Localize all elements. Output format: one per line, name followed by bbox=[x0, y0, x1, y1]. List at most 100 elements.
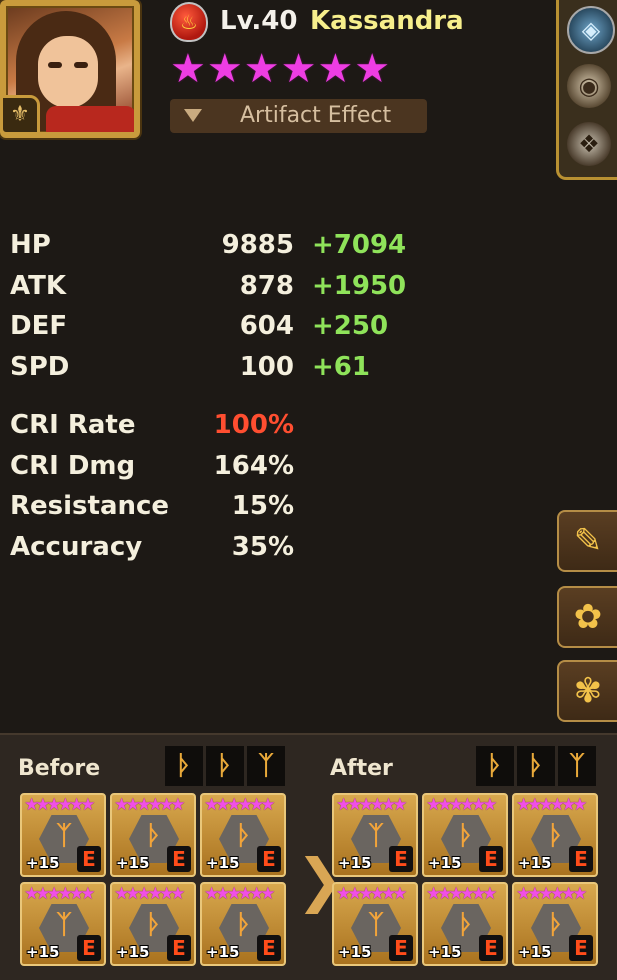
before-rune-slot-6[interactable]: ★★★★★★ ᚦ +15 E bbox=[200, 882, 286, 966]
set-icon: ᛉ bbox=[558, 746, 596, 786]
stat-spd-bonus: +61 bbox=[312, 352, 370, 382]
rune-grade: E bbox=[569, 935, 593, 961]
rune-remove-button[interactable]: ✾ bbox=[557, 660, 617, 722]
rune-grade: E bbox=[77, 935, 101, 961]
portrait-eye bbox=[48, 62, 62, 68]
monster-name: Kassandra bbox=[310, 6, 464, 36]
stat-resistance-value: 15% bbox=[231, 491, 294, 521]
rune-stars: ★★★★★★ bbox=[426, 884, 497, 904]
portrait-face bbox=[38, 36, 98, 108]
rune-level: +15 bbox=[518, 854, 552, 872]
after-label: After bbox=[330, 756, 393, 781]
monster-level: Lv.40 bbox=[220, 6, 298, 36]
pencil-gear-icon: ✎ bbox=[573, 521, 603, 561]
star-rating: ★★★★★★ bbox=[170, 46, 391, 92]
star-icon: ★ bbox=[170, 46, 206, 92]
rune-stars: ★★★★★★ bbox=[516, 884, 587, 904]
after-rune-slot-3[interactable]: ★★★★★★ ᚦ +15 E bbox=[512, 793, 598, 877]
rune-grade: E bbox=[257, 846, 281, 872]
stat-def-value: 604 bbox=[239, 311, 294, 341]
set-icon: ᛉ bbox=[247, 746, 285, 786]
rune-grade: E bbox=[257, 935, 281, 961]
rune-grade: E bbox=[479, 935, 503, 961]
rune-grade: E bbox=[389, 846, 413, 872]
star-icon: ★ bbox=[280, 46, 317, 92]
portrait-armor bbox=[46, 106, 134, 132]
rune-grade: E bbox=[569, 846, 593, 872]
rune-level: +15 bbox=[26, 943, 60, 961]
rune-level: +15 bbox=[338, 943, 372, 961]
artifact-effect-dropdown[interactable]: Artifact Effect bbox=[170, 99, 427, 133]
stat-cri-dmg-value: 164% bbox=[213, 451, 294, 481]
before-rune-slot-4[interactable]: ★★★★★★ ᛉ +15 E bbox=[20, 882, 106, 966]
dropdown-triangle-icon bbox=[184, 109, 202, 122]
rune-grade: E bbox=[479, 846, 503, 872]
side-tab-bar: ◈ ◉ ❖ bbox=[556, 0, 617, 180]
stat-atk-bonus: +1950 bbox=[312, 271, 407, 301]
stat-accuracy-value: 35% bbox=[231, 532, 294, 562]
before-rune-slot-5[interactable]: ★★★★★★ ᚦ +15 E bbox=[110, 882, 196, 966]
after-rune-slot-5[interactable]: ★★★★★★ ᚦ +15 E bbox=[422, 882, 508, 966]
rune-stars: ★★★★★★ bbox=[336, 795, 407, 815]
stat-cri-rate-label: CRI Rate bbox=[10, 410, 136, 440]
rune-remove-icon: ✾ bbox=[573, 671, 603, 711]
set-icon: ᚦ bbox=[517, 746, 555, 786]
skill-book-tab-icon[interactable]: ❖ bbox=[567, 122, 611, 166]
rune-grade: E bbox=[77, 846, 101, 872]
stat-hp-value: 9885 bbox=[221, 230, 294, 260]
star-icon: ★ bbox=[243, 46, 280, 92]
rune-stars: ★★★★★★ bbox=[336, 884, 407, 904]
after-rune-slot-6[interactable]: ★★★★★★ ᚦ +15 E bbox=[512, 882, 598, 966]
rune-level: +15 bbox=[26, 854, 60, 872]
rune-level: +15 bbox=[518, 943, 552, 961]
rune-level: +15 bbox=[206, 943, 240, 961]
stat-resistance-label: Resistance bbox=[10, 491, 170, 521]
after-rune-slot-1[interactable]: ★★★★★★ ᛉ +15 E bbox=[332, 793, 418, 877]
rune-grade: E bbox=[389, 935, 413, 961]
stat-atk-value: 878 bbox=[239, 271, 294, 301]
after-rune-slot-2[interactable]: ★★★★★★ ᚦ +15 E bbox=[422, 793, 508, 877]
before-rune-slot-3[interactable]: ★★★★★★ ᚦ +15 E bbox=[200, 793, 286, 877]
stat-def-label: DEF bbox=[10, 311, 68, 341]
set-icon: ᚦ bbox=[476, 746, 514, 786]
stat-atk-label: ATK bbox=[10, 271, 66, 301]
rune-level: +15 bbox=[428, 943, 462, 961]
attribute-icon: ⚜ bbox=[0, 95, 40, 135]
rune-stars: ★★★★★★ bbox=[114, 884, 185, 904]
artifact-effect-label: Artifact Effect bbox=[240, 103, 392, 128]
rune-stars: ★★★★★★ bbox=[204, 884, 275, 904]
set-icon: ᚦ bbox=[165, 746, 203, 786]
rune-stars: ★★★★★★ bbox=[24, 795, 95, 815]
stat-hp-bonus: +7094 bbox=[312, 230, 407, 260]
star-icon: ★ bbox=[206, 46, 243, 92]
stat-spd-label: SPD bbox=[10, 352, 70, 382]
rune-level: +15 bbox=[206, 854, 240, 872]
stat-cri-rate-value: 100% bbox=[213, 410, 294, 440]
portrait-eye bbox=[74, 62, 88, 68]
skill-tab-icon[interactable]: ◉ bbox=[567, 64, 611, 108]
after-rune-slot-4[interactable]: ★★★★★★ ᛉ +15 E bbox=[332, 882, 418, 966]
rune-stars: ★★★★★★ bbox=[24, 884, 95, 904]
edit-settings-button[interactable]: ✎ bbox=[557, 510, 617, 572]
rune-level: +15 bbox=[428, 854, 462, 872]
rune-tab-icon[interactable]: ◈ bbox=[567, 6, 615, 54]
rune-level: +15 bbox=[116, 943, 150, 961]
rune-level: +15 bbox=[338, 854, 372, 872]
stat-cri-dmg-label: CRI Dmg bbox=[10, 451, 136, 481]
rune-stars: ★★★★★★ bbox=[516, 795, 587, 815]
rune-equip-button[interactable]: ✿ bbox=[557, 586, 617, 648]
star-icon: ★ bbox=[317, 46, 354, 92]
rune-stars: ★★★★★★ bbox=[114, 795, 185, 815]
fire-element-icon: ♨ bbox=[170, 2, 208, 42]
before-rune-slot-1[interactable]: ★★★★★★ ᛉ +15 E bbox=[20, 793, 106, 877]
rune-level: +15 bbox=[116, 854, 150, 872]
before-rune-slot-2[interactable]: ★★★★★★ ᚦ +15 E bbox=[110, 793, 196, 877]
stat-def-bonus: +250 bbox=[312, 311, 389, 341]
rune-stars: ★★★★★★ bbox=[204, 795, 275, 815]
rune-grade: E bbox=[167, 935, 191, 961]
stat-accuracy-label: Accuracy bbox=[10, 532, 143, 562]
set-icon: ᚦ bbox=[206, 746, 244, 786]
rune-grade: E bbox=[167, 846, 191, 872]
stat-spd-value: 100 bbox=[239, 352, 294, 382]
stat-hp-label: HP bbox=[10, 230, 51, 260]
